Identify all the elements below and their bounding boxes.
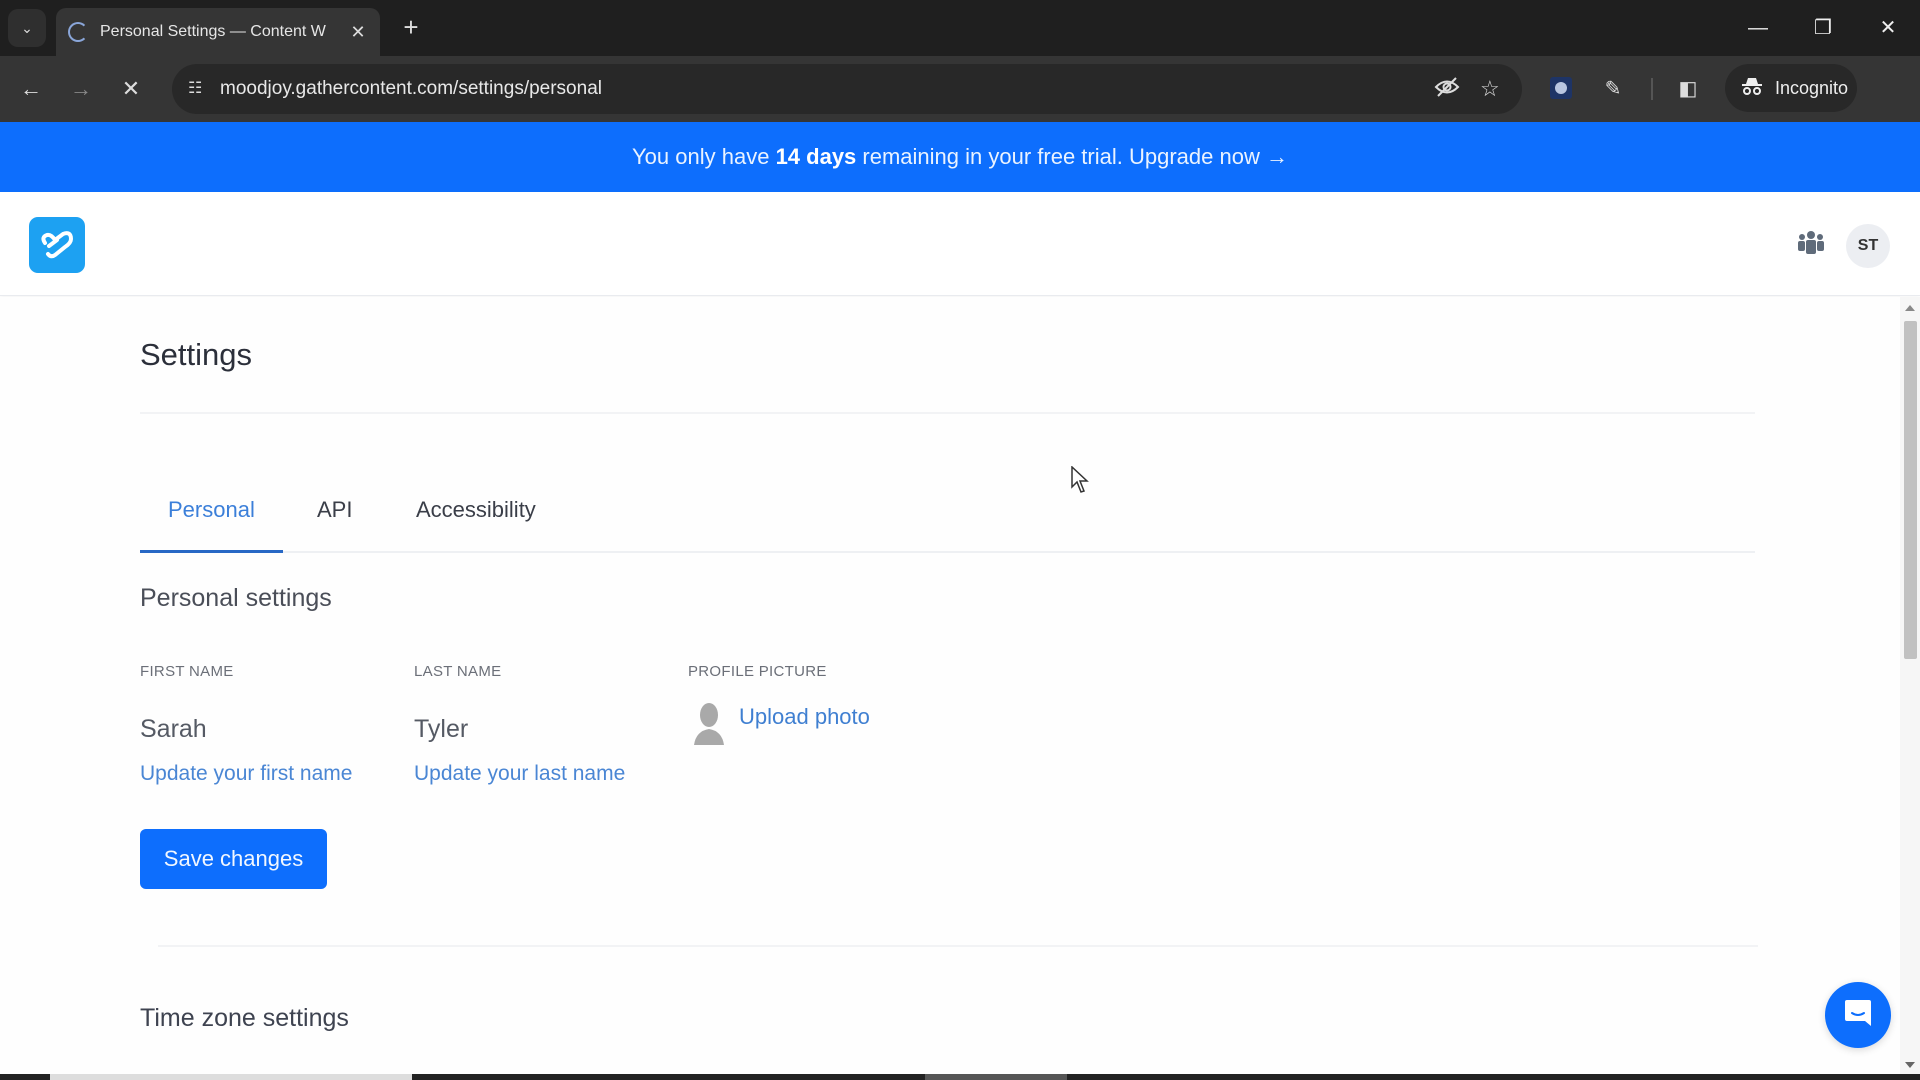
upload-photo-link[interactable]: Upload photo [739,704,870,730]
tab-api[interactable]: API [317,497,352,523]
last-name-label: LAST NAME [414,663,502,680]
browser-toolbar: ← → ✕ ☷ moodjoy.gathercontent.com/settin… [0,56,1920,155]
save-changes-button[interactable]: Save changes [140,829,327,889]
chat-launcher-button[interactable] [1825,982,1891,1048]
personal-settings-heading: Personal settings [140,584,332,612]
url-text[interactable]: moodjoy.gathercontent.com/settings/perso… [220,78,602,100]
bottom-edge-bar [0,1074,1920,1080]
scroll-up-arrow-icon[interactable] [1905,305,1915,311]
chevron-down-icon: ⌄ [21,19,33,36]
side-panel-icon[interactable]: ◧ [1673,74,1703,104]
settings-tabs: Personal API Accessibility [140,477,1755,553]
incognito-label: Incognito [1775,77,1849,98]
restore-icon[interactable]: ❐ [1803,10,1843,46]
tab-title: Personal Settings — Content W [100,23,326,40]
page-title: Settings [140,337,253,372]
banner-text-suffix: remaining in your free trial. [856,144,1129,169]
stop-loading-icon[interactable]: ✕ [114,72,148,106]
eye-off-icon[interactable] [1434,76,1460,104]
profile-picture-label: PROFILE PICTURE [688,663,827,680]
new-tab-button[interactable]: + [396,12,426,42]
loading-spinner-icon [68,22,88,42]
close-window-icon[interactable]: ✕ [1868,10,1908,46]
last-name-value: Tyler [414,715,469,743]
update-last-name-link[interactable]: Update your last name [414,762,625,786]
browser-tab[interactable]: Personal Settings — Content W ✕ [56,8,380,56]
close-tab-icon[interactable]: ✕ [348,22,368,43]
first-name-label: FIRST NAME [140,663,234,680]
settings-content: Settings Personal API Accessibility Pers… [0,297,1900,1077]
incognito-icon [1741,76,1763,101]
gathercontent-logo[interactable] [29,217,85,273]
upgrade-now-link[interactable]: Upgrade now → [1129,144,1288,169]
divider [140,412,1755,414]
tab-accessibility[interactable]: Accessibility [416,497,536,523]
team-icon[interactable] [1796,230,1826,256]
chat-icon [1844,998,1872,1033]
bottom-segment [50,1074,412,1080]
time-zone-settings-heading: Time zone settings [140,1004,349,1032]
mouse-cursor-icon [1071,465,1091,494]
tab-search-button[interactable]: ⌄ [8,9,46,47]
extension-icon[interactable] [1550,77,1572,99]
address-bar[interactable]: ☷ moodjoy.gathercontent.com/settings/per… [172,64,1522,114]
scroll-down-arrow-icon[interactable] [1905,1062,1915,1068]
bookmark-star-icon[interactable]: ☆ [1480,76,1500,102]
extensions-puzzle-icon[interactable]: ✎ [1598,74,1628,104]
scrollbar-thumb[interactable] [1904,321,1917,659]
active-tab-indicator [140,550,283,553]
back-arrow-icon[interactable]: ← [14,72,48,106]
incognito-indicator[interactable]: Incognito [1725,64,1857,112]
toolbar-divider [1651,78,1653,100]
update-first-name-link[interactable]: Update your first name [140,762,352,786]
banner-days-remaining: 14 days [775,144,857,169]
tab-personal[interactable]: Personal [168,497,255,523]
bottom-segment [925,1074,1067,1080]
banner-text: You only have [632,144,776,169]
profile-placeholder-icon [692,701,726,745]
site-settings-icon[interactable]: ☷ [188,78,202,98]
divider [158,945,1758,947]
minimize-icon[interactable]: — [1738,10,1778,46]
browser-tab-strip: ⌄ Personal Settings — Content W ✕ + — ❐ … [0,0,1920,56]
forward-arrow-icon[interactable]: → [64,72,98,106]
page-scrollbar[interactable] [1900,297,1920,1074]
trial-banner[interactable]: You only have 14 days remaining in your … [0,122,1920,192]
first-name-value: Sarah [140,715,207,743]
user-avatar[interactable]: ST [1846,224,1890,268]
app-header: ST [0,192,1920,296]
